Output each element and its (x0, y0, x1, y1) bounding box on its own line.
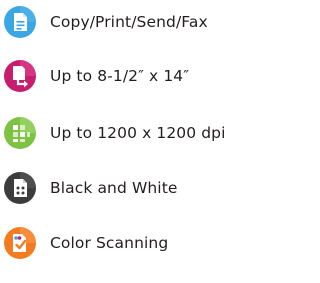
monochrome-document-icon (4, 172, 36, 204)
feature-label: Up to 8-1/2″ x 14″ (50, 67, 190, 85)
paper-feed-icon (4, 60, 36, 92)
document-icon (4, 6, 36, 38)
color-scan-icon (4, 227, 36, 259)
feature-label: Black and White (50, 179, 178, 197)
feature-label: Copy/Print/Send/Fax (50, 13, 208, 31)
feature-label: Color Scanning (50, 234, 169, 252)
feature-label: Up to 1200 x 1200 dpi (50, 124, 226, 142)
pixel-grid-icon (4, 117, 36, 149)
